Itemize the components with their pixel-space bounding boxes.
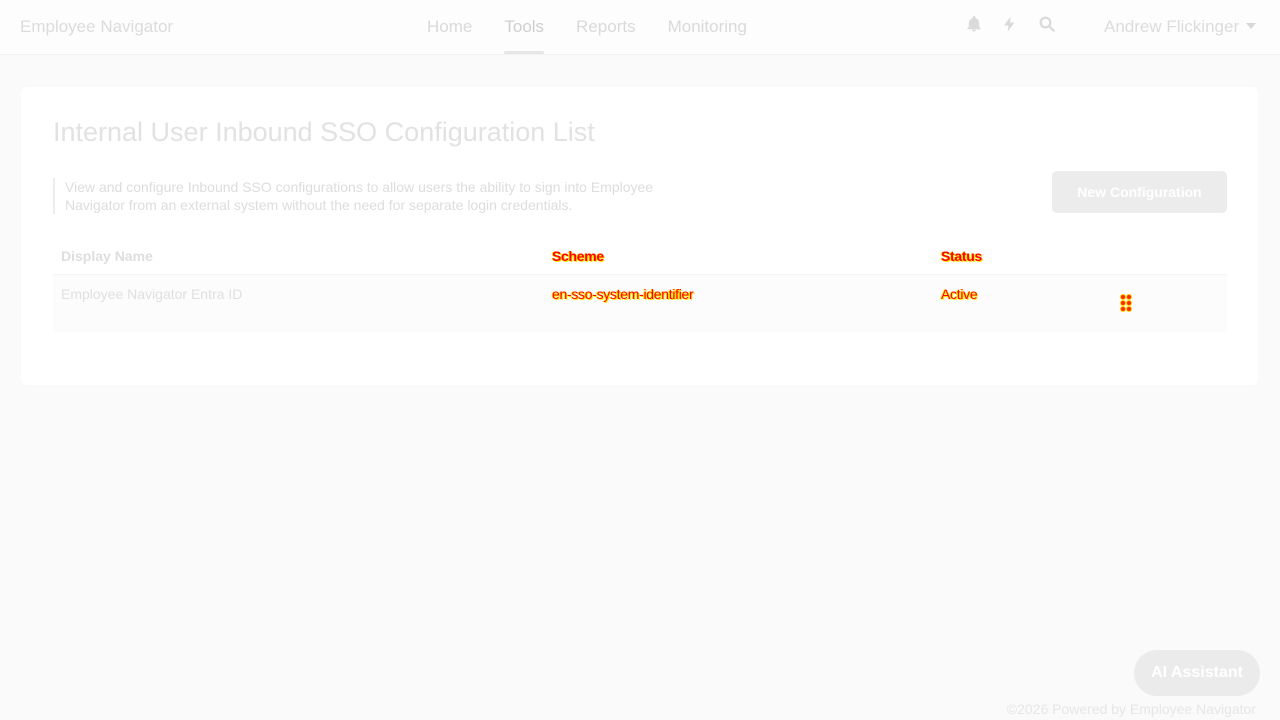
main-nav: Home Tools Reports Monitoring bbox=[427, 17, 779, 54]
column-header-display-name[interactable]: Display Name bbox=[61, 248, 153, 264]
top-navbar: Employee Navigator Home Tools Reports Mo… bbox=[0, 0, 1280, 55]
sso-config-table: Display Name Scheme Status Employee Navi… bbox=[53, 239, 1227, 332]
table-row[interactable]: Employee Navigator Entra ID en-sso-syste… bbox=[53, 275, 1227, 332]
bolt-icon[interactable] bbox=[1001, 15, 1021, 37]
bell-icon[interactable] bbox=[965, 15, 985, 37]
user-menu[interactable]: Andrew Flickinger bbox=[1104, 17, 1257, 37]
ai-assistant-button[interactable]: AI Assistant bbox=[1134, 650, 1260, 696]
nav-monitoring[interactable]: Monitoring bbox=[668, 17, 747, 54]
cell-status: Active bbox=[941, 286, 978, 302]
search-icon[interactable] bbox=[1038, 15, 1058, 37]
cell-display-name: Employee Navigator Entra ID bbox=[61, 286, 243, 302]
footer-text: ©2026 Powered by Employee Navigator bbox=[1006, 701, 1256, 717]
nav-tools[interactable]: Tools bbox=[504, 17, 544, 54]
sso-config-card: Internal User Inbound SSO Configuration … bbox=[21, 87, 1258, 385]
user-name: Andrew Flickinger bbox=[1104, 17, 1240, 36]
new-configuration-button[interactable]: New Configuration bbox=[1052, 171, 1227, 213]
row-actions-icon[interactable] bbox=[1121, 295, 1133, 313]
cell-scheme: en-sso-system-identifier bbox=[552, 286, 694, 302]
column-header-scheme[interactable]: Scheme bbox=[552, 248, 604, 264]
page-description: View and configure Inbound SSO configura… bbox=[53, 178, 705, 214]
page-title: Internal User Inbound SSO Configuration … bbox=[53, 117, 595, 147]
chevron-down-icon bbox=[1246, 22, 1257, 29]
nav-reports[interactable]: Reports bbox=[576, 17, 636, 54]
table-header: Display Name Scheme Status bbox=[53, 239, 1227, 275]
nav-home[interactable]: Home bbox=[427, 17, 472, 54]
brand-link[interactable]: Employee Navigator bbox=[20, 17, 173, 37]
column-header-status[interactable]: Status bbox=[941, 248, 982, 264]
